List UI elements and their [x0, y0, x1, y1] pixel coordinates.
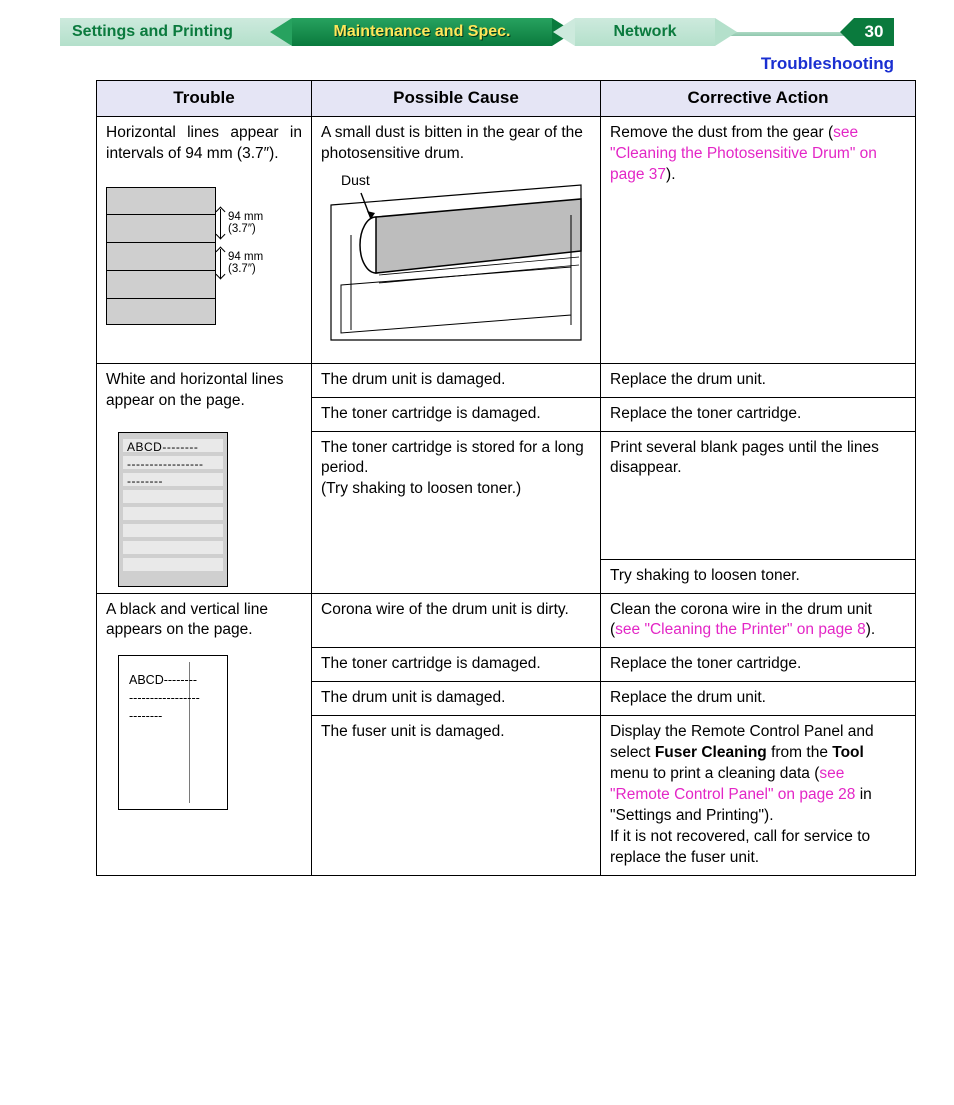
figure-horizontal-lines: 94 mm (3.7″) 94 mm (3.7″)	[106, 187, 302, 325]
troubleshooting-table: Trouble Possible Cause Corrective Action…	[96, 80, 916, 876]
sample-page-icon: ABCD-------- ----------------- --------	[118, 432, 228, 587]
cause-text: The toner cartridge is damaged.	[312, 648, 601, 682]
sample-page-icon	[106, 187, 216, 325]
dimension-callouts: 94 mm (3.7″) 94 mm (3.7″)	[220, 211, 280, 291]
drum-illustration-icon	[321, 175, 591, 350]
cause-text: A small dust is bitten in the gear of th…	[321, 123, 591, 165]
dim-value: 94 mm	[228, 211, 263, 223]
bold-term: Fuser Cleaning	[655, 744, 767, 761]
cause-text: The fuser unit is damaged.	[312, 716, 601, 875]
fix-text: Remove the dust from the gear (	[610, 124, 833, 141]
tab-label: Settings and Printing	[72, 23, 233, 40]
tab-network[interactable]: Network	[575, 18, 715, 46]
trouble-text: A black and vertical line appears on the…	[106, 600, 302, 642]
sample-text: --------	[129, 708, 162, 725]
th-fix: Corrective Action	[601, 81, 916, 117]
fix-text: from the	[767, 744, 832, 761]
cause-text: (Try shaking to loosen toner.)	[321, 479, 591, 500]
tab-maintenance[interactable]: Maintenance and Spec.	[292, 18, 552, 46]
fix-text: Print several blank pages until the line…	[601, 431, 916, 559]
th-cause: Possible Cause	[312, 81, 601, 117]
table-row: White and horizontal lines appear on the…	[97, 363, 916, 397]
cause-text: The toner cartridge is stored for a long…	[321, 438, 591, 480]
fix-text: ).	[866, 621, 875, 638]
page-number-badge: 30	[854, 18, 894, 46]
page-number: 30	[865, 22, 884, 41]
sample-text: --------	[127, 473, 163, 489]
fix-text: Replace the toner cartridge.	[601, 397, 916, 431]
cause-text: The toner cartridge is damaged.	[312, 397, 601, 431]
dust-label: Dust	[341, 171, 370, 190]
tab-label: Network	[613, 23, 676, 40]
table-row: Horizontal lines appear in intervals of …	[97, 116, 916, 363]
sample-text: -----------------	[127, 456, 203, 472]
top-nav: Settings and Printing Maintenance and Sp…	[40, 18, 914, 48]
sample-text: ABCD--------	[129, 672, 197, 689]
cause-text: Corona wire of the drum unit is dirty.	[312, 593, 601, 648]
fix-text: Replace the drum unit.	[601, 363, 916, 397]
cause-text: The drum unit is damaged.	[312, 682, 601, 716]
tab-settings[interactable]: Settings and Printing	[60, 18, 290, 46]
dim-value: (3.7″)	[228, 263, 256, 275]
xref-link[interactable]: see "Cleaning the Printer" on page 8	[615, 621, 866, 638]
sample-page-icon: ABCD-------- ----------------- --------	[118, 655, 228, 810]
dim-value: 94 mm	[228, 251, 263, 263]
fix-text: menu to print a cleaning data (	[610, 765, 819, 782]
trouble-text: White and horizontal lines appear on the…	[106, 370, 302, 412]
trouble-text: Horizontal lines appear in intervals of …	[106, 123, 302, 165]
bold-term: Tool	[832, 744, 864, 761]
fix-text: Replace the toner cartridge.	[601, 648, 916, 682]
figure-drum-dust: Dust	[321, 175, 591, 357]
sample-text: -----------------	[129, 690, 200, 707]
sample-text: ABCD--------	[127, 439, 198, 455]
th-trouble: Trouble	[97, 81, 312, 117]
dim-value: (3.7″)	[228, 223, 256, 235]
table-row: A black and vertical line appears on the…	[97, 593, 916, 648]
cause-text: The drum unit is damaged.	[312, 363, 601, 397]
fix-text: ).	[666, 166, 675, 183]
fix-text: Try shaking to loosen toner.	[601, 559, 916, 593]
fix-text: If it is not recovered, call for service…	[610, 828, 870, 866]
fix-text: Replace the drum unit.	[601, 682, 916, 716]
section-title: Troubleshooting	[40, 54, 894, 74]
tab-label: Maintenance and Spec.	[334, 23, 511, 40]
